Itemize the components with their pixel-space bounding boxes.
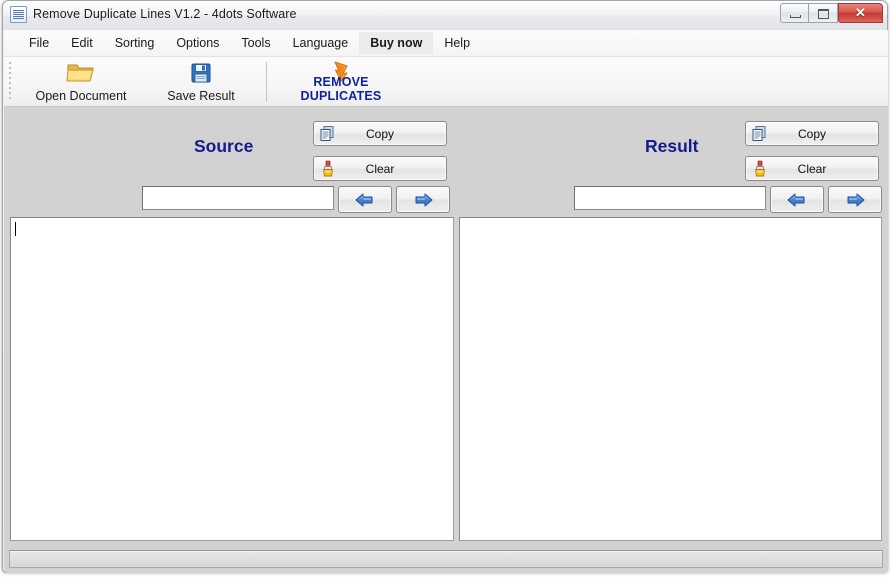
result-find-input[interactable] <box>574 186 766 210</box>
arrow-right-icon <box>842 191 868 209</box>
menu-item-file[interactable]: File <box>18 32 60 54</box>
menu-item-help[interactable]: Help <box>433 32 481 54</box>
result-next-button[interactable] <box>828 186 882 213</box>
status-bar <box>9 550 883 568</box>
result-text-area[interactable] <box>460 218 881 540</box>
source-copy-button[interactable]: Copy <box>313 121 447 146</box>
save-result-label: Save Result <box>141 89 261 103</box>
source-clear-button[interactable]: Clear <box>313 156 447 181</box>
source-text-area[interactable] <box>11 218 453 540</box>
source-prev-button[interactable] <box>338 186 392 213</box>
result-copy-button[interactable]: Copy <box>745 121 879 146</box>
main-content: Source Copy <box>4 107 888 573</box>
toolbar-separator <box>266 62 267 102</box>
source-clear-label: Clear <box>314 162 446 176</box>
result-prev-button[interactable] <box>770 186 824 213</box>
menu-item-tools[interactable]: Tools <box>230 32 281 54</box>
close-button[interactable]: ✕ <box>838 3 883 23</box>
title-bar: Remove Duplicate Lines V1.2 - 4dots Soft… <box>3 1 887 30</box>
text-caret <box>15 222 16 236</box>
maximize-button[interactable] <box>809 3 838 23</box>
save-result-button[interactable]: Save Result <box>141 59 261 105</box>
result-text-area-wrapper <box>459 217 882 541</box>
menu-item-buy-now[interactable]: Buy now <box>359 32 433 54</box>
toolbar-grip[interactable] <box>8 60 14 104</box>
source-panel-title: Source <box>194 136 253 157</box>
source-find-input[interactable] <box>142 186 334 210</box>
window-title: Remove Duplicate Lines V1.2 - 4dots Soft… <box>33 7 297 21</box>
application-window: Remove Duplicate Lines V1.2 - 4dots Soft… <box>2 0 888 573</box>
arrow-right-icon <box>410 191 436 209</box>
toolbar: Open Document Save Result <box>4 57 888 107</box>
result-clear-label: Clear <box>746 162 878 176</box>
menu-item-language[interactable]: Language <box>282 32 360 54</box>
minimize-button[interactable] <box>780 3 809 23</box>
arrow-left-icon <box>784 191 810 209</box>
source-text-area-wrapper <box>10 217 454 541</box>
result-panel-title: Result <box>645 136 698 157</box>
app-root: Remove Duplicate Lines V1.2 - 4dots Soft… <box>0 0 894 579</box>
arrow-left-icon <box>352 191 378 209</box>
remove-duplicates-button[interactable]: REMOVE DUPLICATES <box>281 59 401 105</box>
window-controls: ✕ <box>780 3 883 23</box>
menu-item-sorting[interactable]: Sorting <box>104 32 166 54</box>
menu-item-options[interactable]: Options <box>165 32 230 54</box>
maximize-icon <box>818 9 829 19</box>
source-copy-label: Copy <box>314 127 446 141</box>
result-clear-button[interactable]: Clear <box>745 156 879 181</box>
document-lines-icon <box>10 6 27 23</box>
folder-icon <box>66 61 96 85</box>
remove-duplicates-label: REMOVE DUPLICATES <box>281 75 401 103</box>
minimize-icon <box>790 15 801 18</box>
open-document-button[interactable]: Open Document <box>21 59 141 105</box>
result-copy-label: Copy <box>746 127 878 141</box>
open-document-label: Open Document <box>21 89 141 103</box>
close-icon: ✕ <box>839 4 882 22</box>
floppy-disk-icon <box>189 61 213 85</box>
menu-bar: File Edit Sorting Options Tools Language… <box>4 30 888 57</box>
source-next-button[interactable] <box>396 186 450 213</box>
menu-item-edit[interactable]: Edit <box>60 32 104 54</box>
